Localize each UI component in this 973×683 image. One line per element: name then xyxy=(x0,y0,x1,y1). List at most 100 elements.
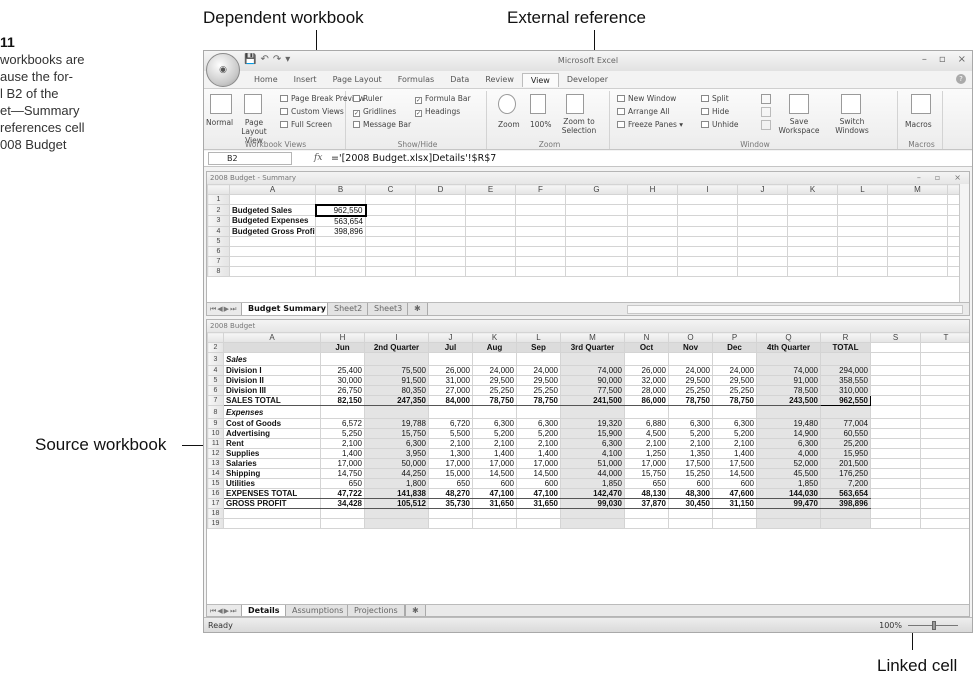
cell[interactable]: 600 xyxy=(472,478,517,489)
cell[interactable]: 25,250 xyxy=(668,385,713,396)
cell[interactable] xyxy=(472,508,517,519)
cell[interactable]: 37,870 xyxy=(624,498,669,509)
cell[interactable] xyxy=(920,478,969,489)
cell[interactable] xyxy=(515,194,566,205)
row-header[interactable]: 6 xyxy=(207,245,230,257)
cell[interactable]: 2,100 xyxy=(624,438,669,449)
cell[interactable]: 25,250 xyxy=(472,385,517,396)
cell[interactable]: GROSS PROFIT xyxy=(223,498,321,509)
cell[interactable] xyxy=(887,245,948,257)
cell[interactable]: 5,200 xyxy=(516,428,561,439)
cell[interactable] xyxy=(737,255,788,267)
cell[interactable] xyxy=(627,215,678,227)
cell[interactable]: 74,000 xyxy=(560,365,625,376)
cell[interactable] xyxy=(887,194,948,205)
cell[interactable]: 6,300 xyxy=(712,418,757,429)
column-title[interactable]: TOTAL xyxy=(820,342,871,353)
cell[interactable] xyxy=(756,405,821,419)
cell[interactable] xyxy=(887,215,948,227)
column-title[interactable]: Aug xyxy=(472,342,517,353)
insert-sheet-icon[interactable]: ✱ xyxy=(405,605,426,616)
cell[interactable]: 1,800 xyxy=(364,478,429,489)
new-window-button[interactable]: New Window xyxy=(617,94,676,103)
column-header[interactable]: G xyxy=(565,184,628,195)
office-button[interactable]: ◉ xyxy=(206,53,240,87)
tab-details[interactable]: Details xyxy=(241,605,287,616)
cell[interactable] xyxy=(428,405,473,419)
cell[interactable] xyxy=(920,468,969,479)
cell[interactable] xyxy=(627,225,678,237)
zoom-to-selection-button[interactable]: Zoom to Selection xyxy=(556,117,602,135)
arrange-all-button[interactable]: Arrange All xyxy=(617,107,670,116)
cell[interactable]: 141,838 xyxy=(364,488,429,499)
cell[interactable]: 90,000 xyxy=(560,375,625,386)
cell[interactable] xyxy=(920,458,969,469)
cell[interactable]: 14,500 xyxy=(472,468,517,479)
cell[interactable] xyxy=(920,352,969,366)
cell[interactable]: 1,400 xyxy=(472,448,517,459)
cell[interactable]: 50,000 xyxy=(364,458,429,469)
cell[interactable]: 1,250 xyxy=(624,448,669,459)
cell[interactable] xyxy=(415,215,466,227)
cell[interactable]: 29,500 xyxy=(516,375,561,386)
cell[interactable]: 99,470 xyxy=(756,498,821,509)
cell[interactable]: 2,100 xyxy=(472,438,517,449)
cell[interactable] xyxy=(472,352,517,366)
cell[interactable]: 35,730 xyxy=(428,498,473,509)
cell[interactable] xyxy=(565,235,628,247)
cell[interactable]: 29,500 xyxy=(712,375,757,386)
cell[interactable] xyxy=(560,352,625,366)
cell[interactable] xyxy=(365,265,416,277)
cell[interactable] xyxy=(870,488,921,499)
cell[interactable] xyxy=(787,265,838,277)
cell[interactable] xyxy=(515,215,566,227)
zoom-button[interactable]: Zoom xyxy=(498,120,520,129)
column-header[interactable]: L xyxy=(516,332,561,343)
cell[interactable] xyxy=(560,405,625,419)
cell[interactable] xyxy=(315,235,366,247)
cell[interactable] xyxy=(565,265,628,277)
cell[interactable] xyxy=(565,204,628,216)
column-header[interactable]: S xyxy=(870,332,921,343)
column-header[interactable]: M xyxy=(887,184,948,195)
help-icon[interactable]: ? xyxy=(956,74,966,84)
formula-input[interactable]: ='[2008 Budget.xlsx]Details'!$R$7 xyxy=(331,152,496,165)
column-header[interactable]: C xyxy=(365,184,416,195)
macros-button[interactable]: Macros xyxy=(905,120,932,129)
cell[interactable]: Rent xyxy=(223,438,321,449)
cell[interactable]: 25,400 xyxy=(320,365,365,376)
cell[interactable]: 650 xyxy=(624,478,669,489)
cell[interactable] xyxy=(516,518,561,529)
cell[interactable] xyxy=(415,194,466,205)
cell[interactable] xyxy=(624,508,669,519)
cell[interactable]: 19,480 xyxy=(756,418,821,429)
column-header[interactable]: I xyxy=(364,332,429,343)
cell[interactable] xyxy=(870,458,921,469)
cell[interactable]: 600 xyxy=(668,478,713,489)
cell[interactable]: 6,300 xyxy=(364,438,429,449)
cell[interactable]: 24,000 xyxy=(668,365,713,376)
cell[interactable]: 5,200 xyxy=(472,428,517,439)
cell[interactable] xyxy=(837,225,888,237)
cell[interactable]: 75,500 xyxy=(364,365,429,376)
column-header[interactable]: J xyxy=(737,184,788,195)
cell[interactable] xyxy=(465,215,516,227)
cell[interactable] xyxy=(627,194,678,205)
cell[interactable]: 24,000 xyxy=(712,365,757,376)
cell[interactable]: Expenses xyxy=(223,405,321,419)
cell[interactable]: 28,000 xyxy=(624,385,669,396)
cell[interactable] xyxy=(677,225,738,237)
row-header[interactable]: 11 xyxy=(207,438,224,449)
cell[interactable]: 650 xyxy=(320,478,365,489)
cell[interactable]: 31,000 xyxy=(428,375,473,386)
cell[interactable]: 15,750 xyxy=(624,468,669,479)
cell[interactable] xyxy=(837,265,888,277)
cell[interactable] xyxy=(415,255,466,267)
column-header[interactable]: M xyxy=(560,332,625,343)
cell[interactable]: 78,750 xyxy=(712,395,757,406)
cell[interactable]: 15,750 xyxy=(364,428,429,439)
cell[interactable]: 47,600 xyxy=(712,488,757,499)
cell[interactable] xyxy=(364,405,429,419)
column-header[interactable]: R xyxy=(820,332,871,343)
cell[interactable]: 52,000 xyxy=(756,458,821,469)
